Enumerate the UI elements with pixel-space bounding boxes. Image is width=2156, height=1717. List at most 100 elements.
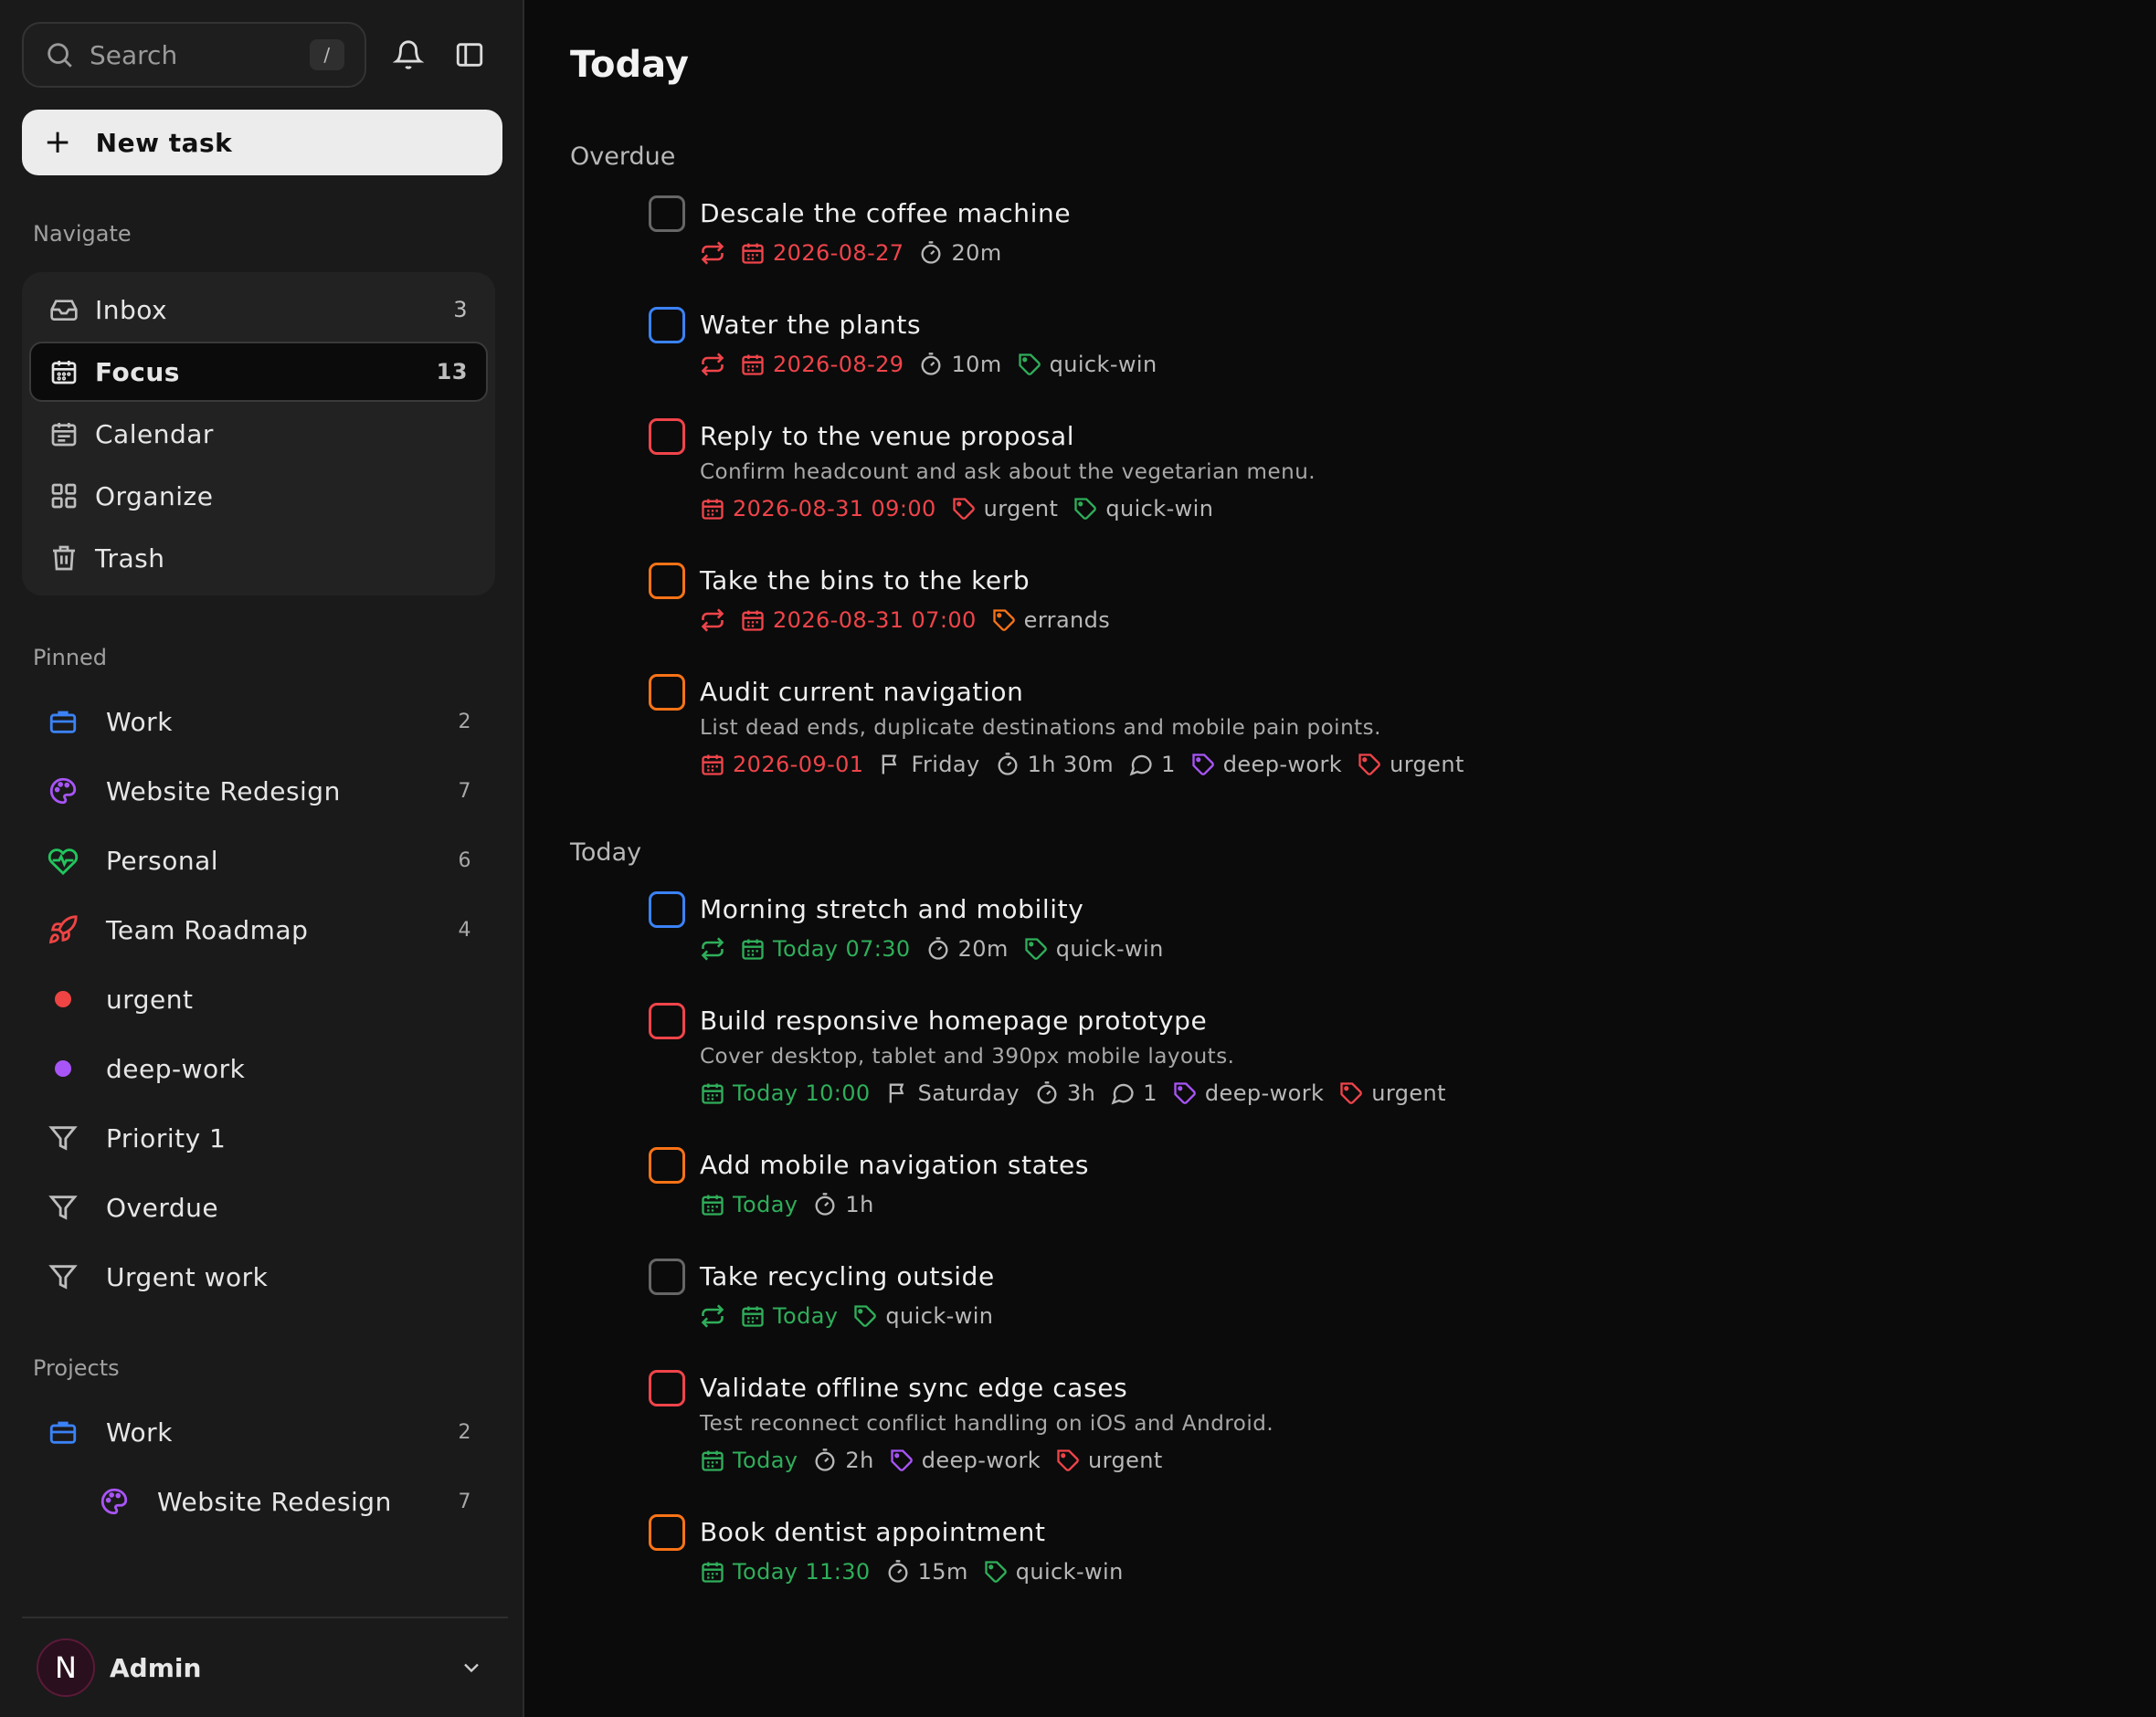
nav-item-inbox[interactable]: Inbox 3 xyxy=(29,279,488,340)
task-meta: Today 11:30 15m quick-win xyxy=(700,1553,1138,1591)
task-checkbox[interactable] xyxy=(649,195,685,232)
user-menu[interactable]: N Admin xyxy=(22,1617,508,1717)
task-body: Book dentist appointment Today 11:30 15m qu… xyxy=(700,1514,1138,1591)
task-date-text: Today xyxy=(733,1448,798,1473)
pinned-item-priority-1[interactable]: Priority 1 xyxy=(22,1103,501,1173)
task-checkbox[interactable] xyxy=(649,563,685,599)
task-checkbox[interactable] xyxy=(649,1259,685,1295)
nav-item-label: Inbox xyxy=(95,294,168,325)
task-checkbox[interactable] xyxy=(649,674,685,711)
task-row[interactable]: Descale the coffee machine 2026-08-27 20m xyxy=(570,195,2156,272)
task-title[interactable]: Book dentist appointment xyxy=(700,1514,1138,1551)
nav-item-calendar[interactable]: Calendar xyxy=(29,404,488,464)
repeat-icon xyxy=(700,352,725,377)
task-tag[interactable]: deep-work xyxy=(1172,1080,1324,1106)
task-tag-label: quick-win xyxy=(1015,1559,1124,1585)
task-title[interactable]: Take the bins to the kerb xyxy=(700,563,1125,599)
task-checkbox[interactable] xyxy=(649,307,685,343)
pinned-item-urgent[interactable]: urgent xyxy=(22,964,501,1034)
task-row[interactable]: Reply to the venue proposal Confirm headc… xyxy=(570,418,2156,528)
task-title[interactable]: Take recycling outside xyxy=(700,1259,1008,1295)
task-tag[interactable]: urgent xyxy=(1357,752,1464,777)
task-tag[interactable]: urgent xyxy=(1338,1080,1446,1106)
task-tag-label: quick-win xyxy=(885,1303,994,1329)
pinned-item-website-redesign[interactable]: Website Redesign 7 xyxy=(22,756,501,826)
task-duration-text: 1h 30m xyxy=(1027,752,1115,777)
task-meta: Today 07:30 20m quick-win xyxy=(700,930,1178,968)
task-row[interactable]: Morning stretch and mobility Today 07:30 2… xyxy=(570,891,2156,968)
pinned-item-work[interactable]: Work 2 xyxy=(22,687,501,756)
pinned-item-urgent-work[interactable]: Urgent work xyxy=(22,1242,501,1311)
task-tag[interactable]: quick-win xyxy=(1023,936,1164,962)
task-duration-text: 20m xyxy=(951,240,1002,266)
tag-icon xyxy=(983,1559,1016,1585)
task-title[interactable]: Morning stretch and mobility xyxy=(700,891,1178,928)
task-tag-label: deep-work xyxy=(1222,752,1343,777)
task-tag[interactable]: urgent xyxy=(951,496,1059,521)
timer-icon xyxy=(995,752,1028,777)
nav-item-focus[interactable]: Focus 13 xyxy=(29,342,488,402)
task-title[interactable]: Reply to the venue proposal xyxy=(700,418,1316,455)
task-row[interactable]: Add mobile navigation states Today 1h xyxy=(570,1147,2156,1224)
task-row[interactable]: Take recycling outside Today quick-win xyxy=(570,1259,2156,1335)
nav-item-trash[interactable]: Trash xyxy=(29,528,488,588)
pinned-item-label: Priority 1 xyxy=(106,1122,227,1153)
pinned-item-personal[interactable]: Personal 6 xyxy=(22,826,501,895)
pinned-item-label: Urgent work xyxy=(106,1261,269,1292)
task-title[interactable]: Descale the coffee machine xyxy=(700,195,1071,232)
task-tag[interactable]: errands xyxy=(991,607,1111,633)
task-row[interactable]: Water the plants 2026-08-29 10m quick-win xyxy=(570,307,2156,384)
project-item-work[interactable]: Work 2 xyxy=(22,1397,501,1467)
task-tag[interactable]: quick-win xyxy=(1017,352,1157,377)
task-tag[interactable]: quick-win xyxy=(983,1559,1124,1585)
new-task-button[interactable]: + New task xyxy=(22,110,502,175)
toggle-sidebar-button[interactable] xyxy=(439,22,501,88)
task-row[interactable]: Build responsive homepage prototype Cover… xyxy=(570,1003,2156,1112)
group-title: Today xyxy=(570,838,642,867)
task-duration: 2h xyxy=(812,1448,873,1473)
pinned-item-deep-work[interactable]: deep-work xyxy=(22,1034,501,1103)
notifications-button[interactable] xyxy=(377,22,439,88)
project-item-website-redesign[interactable]: Website Redesign 7 xyxy=(22,1467,501,1536)
task-title[interactable]: Audit current navigation xyxy=(700,674,1479,711)
calendar-icon xyxy=(740,936,773,962)
pinned-item-overdue[interactable]: Overdue xyxy=(22,1173,501,1242)
task-row[interactable]: Take the bins to the kerb 2026-08-31 07:0… xyxy=(570,563,2156,639)
task-body: Audit current navigation List dead ends, … xyxy=(700,674,1479,784)
task-title[interactable]: Water the plants xyxy=(700,307,1172,343)
task-duration-text: 3h xyxy=(1066,1080,1096,1106)
pinned-item-team-roadmap[interactable]: Team Roadmap 4 xyxy=(22,895,501,964)
dot-icon xyxy=(48,1053,79,1084)
task-row[interactable]: Audit current navigation List dead ends, … xyxy=(570,674,2156,784)
pinned-section-label: Pinned xyxy=(33,645,108,670)
task-checkbox[interactable] xyxy=(649,1514,685,1551)
task-title[interactable]: Validate offline sync edge cases xyxy=(700,1370,1274,1406)
pinned-item-label: Team Roadmap xyxy=(106,914,309,945)
task-checkbox[interactable] xyxy=(649,1147,685,1184)
search-input[interactable]: Search / xyxy=(22,22,366,88)
task-tag-label: urgent xyxy=(1371,1080,1446,1106)
nav-item-organize[interactable]: Organize xyxy=(29,466,488,526)
task-meta: 2026-09-01 Friday 1h 30m 1 deep-work urgent xyxy=(700,745,1479,784)
task-row[interactable]: Validate offline sync edge cases Test rec… xyxy=(570,1370,2156,1480)
task-tag-label: urgent xyxy=(1088,1448,1163,1473)
task-meta: 2026-08-27 20m xyxy=(700,234,1071,272)
task-tag[interactable]: quick-win xyxy=(852,1303,993,1329)
task-tag[interactable]: urgent xyxy=(1055,1448,1163,1473)
task-title[interactable]: Add mobile navigation states xyxy=(700,1147,1089,1184)
task-tag[interactable]: quick-win xyxy=(1073,496,1213,521)
navigate-list: Inbox 3 Focus 13 Calendar Organize Trash xyxy=(22,272,495,595)
task-checkbox[interactable] xyxy=(649,1370,685,1406)
task-row[interactable]: Book dentist appointment Today 11:30 15m qu… xyxy=(570,1514,2156,1591)
task-tag[interactable]: deep-work xyxy=(889,1448,1041,1473)
task-checkbox[interactable] xyxy=(649,418,685,455)
task-duration-text: 20m xyxy=(957,936,1009,962)
pinned-item-label: Overdue xyxy=(106,1192,219,1223)
task-duration: 10m xyxy=(918,352,1001,377)
task-body: Reply to the venue proposal Confirm headc… xyxy=(700,418,1316,528)
task-checkbox[interactable] xyxy=(649,1003,685,1039)
task-title[interactable]: Build responsive homepage prototype xyxy=(700,1003,1461,1039)
task-checkbox[interactable] xyxy=(649,891,685,928)
task-tag[interactable]: deep-work xyxy=(1190,752,1342,777)
task-deadline-text: Saturday xyxy=(917,1080,1020,1106)
